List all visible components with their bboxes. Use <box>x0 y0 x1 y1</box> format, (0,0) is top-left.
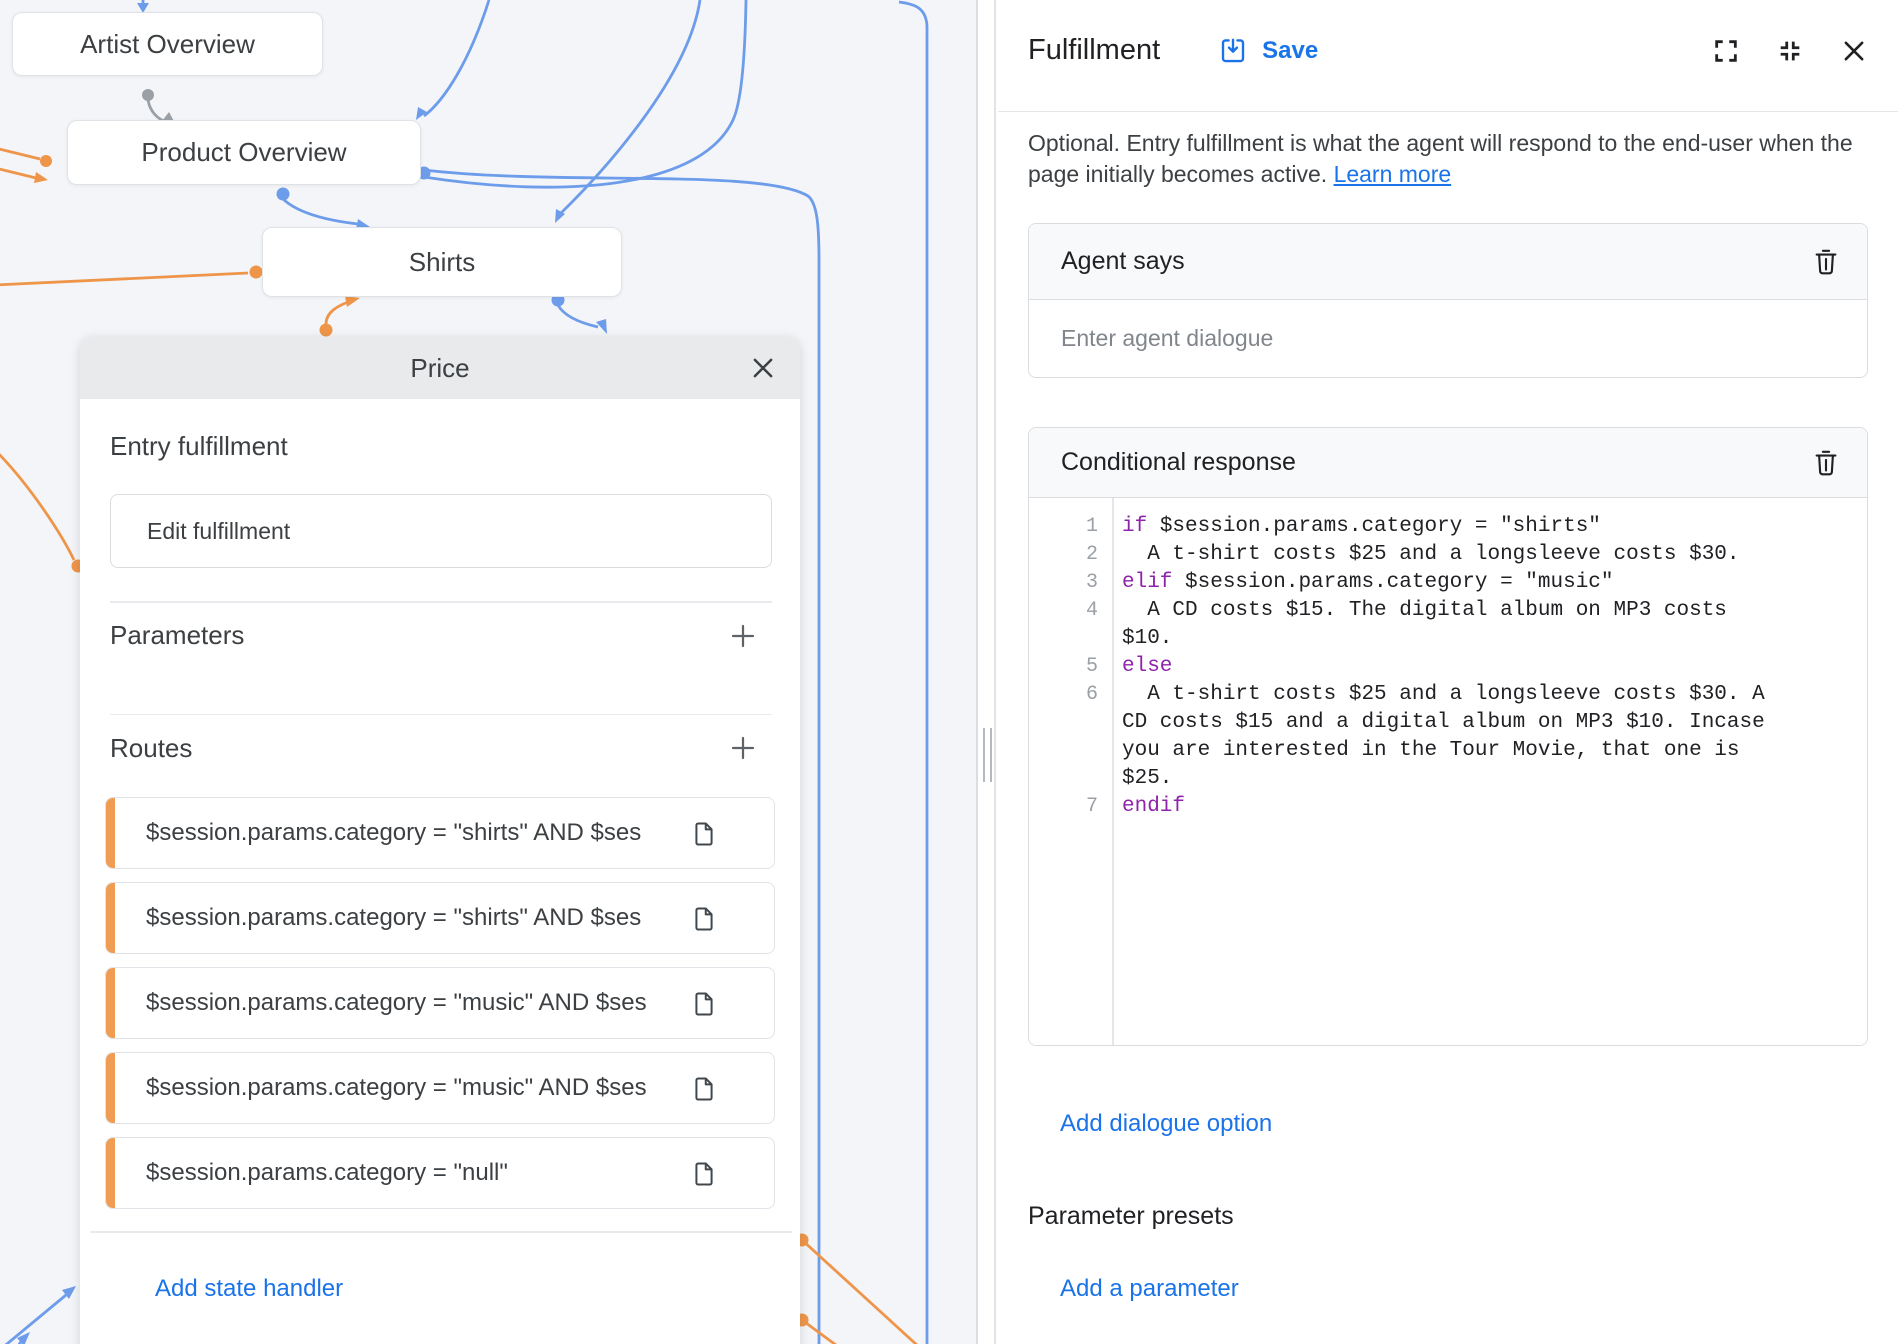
fulfillment-panel: Fulfillment Save Opt <box>998 0 1898 1344</box>
route-condition-text: $session.params.category = "null" <box>146 1159 666 1187</box>
code-line-number: 2 <box>1029 541 1112 569</box>
add-dialogue-option-button[interactable]: Add dialogue option <box>1060 1110 1272 1138</box>
panel-description: Optional. Entry fulfillment is what the … <box>1028 128 1858 190</box>
code-line-number: 7 <box>1029 793 1112 821</box>
document-icon[interactable] <box>690 820 718 848</box>
add-state-handler-button[interactable]: Add state handler <box>155 1275 343 1303</box>
price-card-title: Price <box>410 353 469 384</box>
code-line-number: 1 <box>1029 513 1112 541</box>
divider <box>90 1231 792 1233</box>
agent-says-title: Agent says <box>1061 247 1185 276</box>
code-line-text: elif $session.params.category = "music" <box>1122 569 1788 597</box>
code-line: 7 endif <box>1029 793 1867 821</box>
document-icon[interactable] <box>690 990 718 1018</box>
code-line: 3 elif $session.params.category = "music" <box>1029 569 1867 597</box>
routes-list: $session.params.category = "shirts" AND … <box>105 797 775 1209</box>
code-line-text: if $session.params.category = "shirts" <box>1122 513 1788 541</box>
route-condition-chip[interactable]: $session.params.category = "music" AND $… <box>105 967 775 1039</box>
route-condition-text: $session.params.category = "music" AND $… <box>146 989 666 1017</box>
save-icon <box>1218 36 1248 66</box>
code-line-number: 6 <box>1029 681 1112 793</box>
learn-more-link[interactable]: Learn more <box>1334 161 1452 187</box>
trash-icon[interactable] <box>1811 247 1841 277</box>
trash-icon[interactable] <box>1811 448 1841 478</box>
route-condition-chip[interactable]: $session.params.category = "shirts" AND … <box>105 797 775 869</box>
code-line-number: 3 <box>1029 569 1112 597</box>
save-button[interactable]: Save <box>1218 36 1318 66</box>
code-line-text: A CD costs $15. The digital album on MP3… <box>1122 597 1788 653</box>
page-card-price: Price Entry fulfillment Edit fulfillment… <box>80 337 800 1344</box>
panel-title: Fulfillment <box>1028 34 1160 67</box>
code-line-text: A t-shirt costs $25 and a longsleeve cos… <box>1122 681 1788 793</box>
save-label: Save <box>1262 37 1318 65</box>
conditional-response-card: Conditional response 1 if $session.params… <box>1028 427 1868 1046</box>
panel-resize-gutter <box>980 0 996 1344</box>
add-a-parameter-button[interactable]: Add a parameter <box>1060 1275 1239 1303</box>
conditional-response-title: Conditional response <box>1061 448 1296 477</box>
code-lines: 1if $session.params.category = "shirts"2… <box>1029 513 1867 821</box>
flow-node-artist-overview[interactable]: Artist Overview <box>12 12 323 76</box>
code-line-text: A t-shirt costs $25 and a longsleeve cos… <box>1122 541 1788 569</box>
flow-canvas[interactable]: Artist Overview Product Overview Shirts … <box>0 0 978 1344</box>
flow-node-shirts[interactable]: Shirts <box>262 227 622 297</box>
entry-fulfillment-label: Entry fulfillment <box>110 431 772 462</box>
close-icon[interactable] <box>748 353 778 383</box>
code-line: 4 A CD costs $15. The digital album on M… <box>1029 597 1867 653</box>
agent-dialogue-input[interactable] <box>1029 300 1867 377</box>
divider <box>110 601 772 603</box>
close-icon[interactable] <box>1840 37 1868 65</box>
document-icon[interactable] <box>690 1160 718 1188</box>
document-icon[interactable] <box>690 905 718 933</box>
conditional-response-editor[interactable]: 1if $session.params.category = "shirts"2… <box>1029 498 1867 1045</box>
route-condition-text: $session.params.category = "music" AND $… <box>146 1074 666 1102</box>
route-condition-text: $session.params.category = "shirts" AND … <box>146 819 666 847</box>
code-line: 5 else <box>1029 653 1867 681</box>
code-line: 2 A t-shirt costs $25 and a longsleeve c… <box>1029 541 1867 569</box>
code-line-text: endif <box>1122 793 1788 821</box>
route-condition-chip[interactable]: $session.params.category = "music" AND $… <box>105 1052 775 1124</box>
compress-icon[interactable] <box>1776 37 1804 65</box>
code-line: 1 if $session.params.category = "shirts" <box>1029 513 1867 541</box>
route-condition-chip[interactable]: $session.params.category = "null" <box>105 1137 775 1209</box>
price-card-header: Price <box>80 337 800 399</box>
flow-builder-screen: Artist Overview Product Overview Shirts … <box>0 0 1898 1344</box>
parameter-presets-heading: Parameter presets <box>1028 1202 1868 1231</box>
flow-node-product-overview[interactable]: Product Overview <box>67 120 421 185</box>
node-label: Product Overview <box>141 137 346 168</box>
agent-says-card: Agent says <box>1028 223 1868 378</box>
route-condition-chip[interactable]: $session.params.category = "shirts" AND … <box>105 882 775 954</box>
expand-icon[interactable] <box>1712 37 1740 65</box>
code-line-number: 5 <box>1029 653 1112 681</box>
add-parameter-icon[interactable] <box>728 621 758 651</box>
panel-resize-handle[interactable] <box>983 728 992 782</box>
route-condition-text: $session.params.category = "shirts" AND … <box>146 904 666 932</box>
node-label: Shirts <box>409 247 475 278</box>
document-icon[interactable] <box>690 1075 718 1103</box>
code-line-number: 4 <box>1029 597 1112 653</box>
node-label: Artist Overview <box>80 29 255 60</box>
fulfillment-panel-header: Fulfillment Save <box>998 0 1898 112</box>
add-route-icon[interactable] <box>728 733 758 763</box>
code-gutter-divider <box>1112 498 1114 1045</box>
routes-label: Routes <box>110 733 192 764</box>
edit-fulfillment-button[interactable]: Edit fulfillment <box>110 494 772 568</box>
code-line: 6 A t-shirt costs $25 and a longsleeve c… <box>1029 681 1867 793</box>
divider <box>110 714 772 716</box>
code-line-text: else <box>1122 653 1788 681</box>
parameters-label: Parameters <box>110 620 244 651</box>
